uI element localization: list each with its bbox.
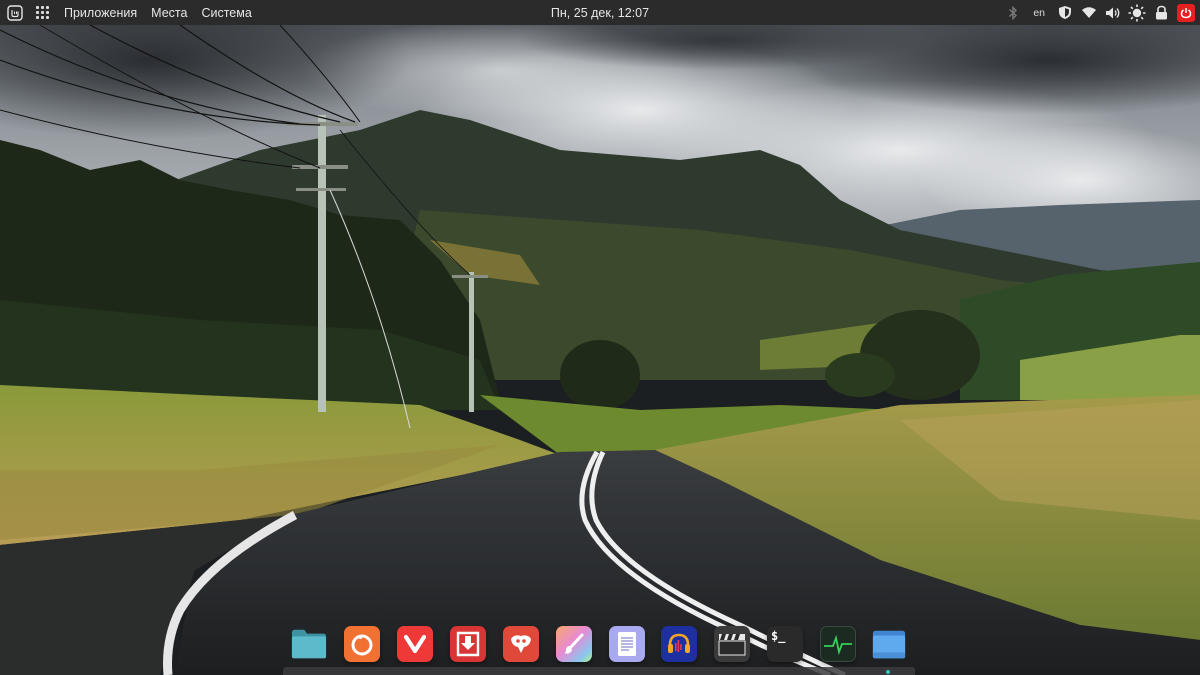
folder-icon <box>291 629 327 659</box>
gimp-icon <box>511 635 531 653</box>
audacity-icon <box>668 633 690 653</box>
firefox-icon <box>351 634 373 656</box>
dock-item-system-monitor[interactable] <box>820 626 856 662</box>
apps-grid-icon[interactable] <box>36 5 50 20</box>
top-panel: Приложения Места Система Пн, 25 дек, 12:… <box>0 0 1200 25</box>
menu-applications[interactable]: Приложения <box>57 0 144 25</box>
dock-item-video-editor[interactable] <box>714 626 750 662</box>
bluetooth-icon[interactable] <box>1001 0 1025 25</box>
dock-item-vivaldi[interactable] <box>397 626 433 662</box>
desktop-wallpaper <box>0 0 1200 675</box>
dock-item-downloader[interactable] <box>450 626 486 662</box>
shield-icon[interactable] <box>1053 0 1077 25</box>
power-icon[interactable] <box>1177 3 1195 22</box>
dock-item-paint[interactable] <box>556 626 592 662</box>
keyboard-layout-indicator[interactable]: en <box>1025 0 1053 25</box>
paintbrush-icon <box>564 633 584 654</box>
dock-background <box>283 667 915 675</box>
volume-icon[interactable] <box>1101 0 1125 25</box>
running-app-indicator <box>886 670 890 674</box>
folder-blue-icon <box>872 630 906 659</box>
menu-places[interactable]: Места <box>144 0 194 25</box>
monitor-icon <box>824 634 852 656</box>
lock-icon[interactable] <box>1149 0 1173 25</box>
wifi-icon[interactable] <box>1077 0 1101 25</box>
download-icon <box>456 631 480 657</box>
dock-item-files[interactable] <box>291 626 327 662</box>
dock-item-file-manager[interactable] <box>871 626 907 662</box>
document-icon <box>618 632 636 656</box>
terminal-icon: $_ <box>771 629 786 643</box>
dock-item-gimp[interactable] <box>503 626 539 662</box>
dock-item-text-editor[interactable] <box>609 626 645 662</box>
menu-system[interactable]: Система <box>194 0 258 25</box>
dock-item-terminal[interactable]: $_ <box>767 626 803 662</box>
mint-logo-icon[interactable] <box>6 4 24 22</box>
dock: $_ <box>0 618 1200 670</box>
dock-item-audacity[interactable] <box>661 626 697 662</box>
panel-clock[interactable]: Пн, 25 дек, 12:07 <box>551 6 649 20</box>
brightness-icon[interactable] <box>1125 0 1149 25</box>
vivaldi-icon <box>404 634 426 654</box>
clapperboard-icon <box>718 634 746 656</box>
dock-item-firefox[interactable] <box>344 626 380 662</box>
